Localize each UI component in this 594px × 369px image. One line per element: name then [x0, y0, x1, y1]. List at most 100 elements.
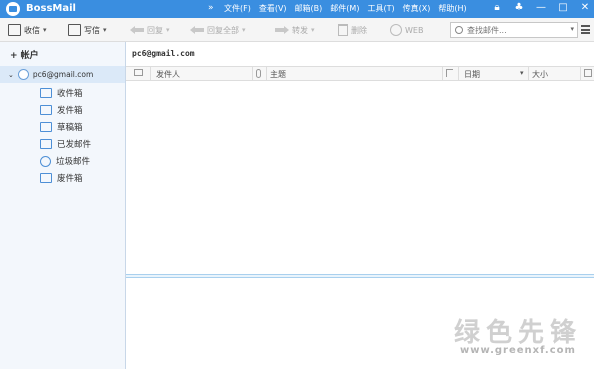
col-date-label: 日期 [464, 70, 480, 79]
folder-label: 收件箱 [57, 89, 83, 99]
column-divider[interactable] [266, 67, 267, 80]
app-title: BossMail [26, 3, 76, 14]
add-account-button[interactable]: + 帐户 [10, 48, 39, 61]
folder-label: 草稿箱 [57, 123, 83, 133]
reply-all-label: 回复全部 [207, 25, 239, 35]
column-header: 发件人 主题 日期 ▾ 大小 [126, 66, 594, 81]
delete-button[interactable]: 删除 [338, 22, 367, 38]
envelope-icon [134, 69, 143, 76]
page-title: pc6@gmail.com [132, 49, 195, 58]
col-size[interactable]: 大小 [532, 69, 548, 80]
chevron-down-icon[interactable]: ▾ [43, 26, 47, 34]
folder-outbox[interactable]: 发件箱 [40, 103, 83, 117]
column-divider[interactable] [528, 67, 529, 80]
forward-button[interactable]: 转发 ▾ [275, 22, 315, 38]
lock-icon[interactable]: 🔒︎ [492, 2, 502, 14]
title-bar: BossMail » 文件(F) 查看(V) 邮箱(B) 邮件(M) 工具(T)… [0, 0, 594, 18]
chevron-down-icon[interactable]: ▾ [311, 26, 315, 34]
delete-label: 删除 [351, 25, 367, 35]
watermark-text: 绿色先锋 [454, 318, 583, 348]
folder-label: 发件箱 [57, 106, 83, 116]
trash-icon [40, 173, 52, 183]
watermark-url: www.greenxf.com [460, 345, 576, 356]
maximize-icon[interactable]: □ [558, 2, 568, 14]
trash-icon [338, 24, 348, 36]
receive-label: 收信 [24, 25, 40, 35]
column-divider[interactable] [580, 67, 581, 80]
search-input[interactable] [467, 25, 557, 35]
chevron-down-icon[interactable]: ▾ [242, 26, 246, 34]
menu-mailbox[interactable]: 邮箱(B) [295, 3, 323, 14]
folder-sent[interactable]: 已发邮件 [40, 137, 91, 151]
chevron-down-icon[interactable]: ▾ [570, 25, 574, 33]
folder-drafts[interactable]: 草稿箱 [40, 120, 83, 134]
account-label: pc6@gmail.com [32, 70, 94, 79]
col-sender-label: 发件人 [156, 70, 180, 79]
column-options-icon [584, 69, 592, 77]
spam-icon [40, 155, 51, 167]
receive-button[interactable]: 收信 ▾ [8, 22, 47, 38]
globe-icon [390, 24, 402, 36]
column-divider[interactable] [150, 67, 151, 80]
search-box[interactable]: ▾ [450, 22, 578, 38]
bossmail-logo-icon [6, 2, 20, 16]
skin-icon[interactable]: ♣ [514, 2, 524, 14]
folder-trash[interactable]: 废件箱 [40, 171, 83, 185]
reply-button[interactable]: 回复 ▾ [130, 22, 170, 38]
col-sender[interactable]: 发件人 [156, 69, 180, 80]
preview-splitter[interactable] [126, 274, 594, 278]
menu-fax[interactable]: 传真(X) [403, 3, 431, 14]
list-view-icon[interactable] [581, 25, 590, 34]
minimize-icon[interactable]: — [536, 2, 546, 14]
col-options[interactable] [584, 69, 592, 77]
col-subject[interactable]: 主题 [270, 69, 286, 80]
compose-button[interactable]: 写信 ▾ [68, 22, 107, 38]
folder-spam[interactable]: 垃圾邮件 [40, 154, 90, 168]
column-divider[interactable] [458, 67, 459, 80]
reply-icon [130, 25, 144, 35]
chevron-down-icon[interactable]: ▾ [166, 26, 170, 34]
folder-label: 废件箱 [57, 174, 83, 184]
menu-mail[interactable]: 邮件(M) [330, 3, 359, 14]
web-button[interactable]: WEB [390, 22, 423, 38]
column-divider[interactable] [442, 67, 443, 80]
flag-icon [446, 69, 453, 77]
menu-tools[interactable]: 工具(T) [367, 3, 394, 14]
reply-label: 回复 [147, 25, 163, 35]
col-subject-label: 主题 [270, 70, 286, 79]
account-item[interactable]: ⌄ pc6@gmail.com [0, 66, 125, 83]
chevron-down-icon[interactable]: ⌄ [8, 71, 14, 79]
search-icon [455, 26, 463, 34]
col-attachment[interactable] [256, 69, 261, 78]
reply-all-icon [190, 25, 204, 35]
attachment-icon [256, 69, 261, 78]
menu-help[interactable]: 帮助(H) [438, 3, 466, 14]
window-controls: 🔒︎ ♣ — □ ✕ [492, 2, 590, 14]
inbox-icon [40, 88, 52, 98]
outbox-icon [40, 105, 52, 115]
menu-view[interactable]: 查看(V) [259, 3, 287, 14]
col-read-status[interactable] [134, 69, 143, 76]
folder-inbox[interactable]: 收件箱 [40, 86, 83, 100]
receive-icon [8, 24, 21, 36]
sidebar: + 帐户 ⌄ pc6@gmail.com 收件箱 发件箱 草稿箱 已发邮件 垃圾… [0, 42, 126, 369]
compose-icon [68, 24, 81, 36]
drafts-icon [40, 122, 52, 132]
chevron-down-icon[interactable]: ▾ [103, 26, 107, 34]
menu-file[interactable]: 文件(F) [224, 3, 251, 14]
compose-label: 写信 [84, 25, 100, 35]
close-icon[interactable]: ✕ [580, 2, 590, 14]
toolbar: 收信 ▾ 写信 ▾ 回复 ▾ 回复全部 ▾ 转发 ▾ 删除 WEB ▾ [0, 18, 594, 42]
col-date[interactable]: 日期 [464, 69, 480, 80]
reply-all-button[interactable]: 回复全部 ▾ [190, 22, 246, 38]
sort-desc-icon[interactable]: ▾ [520, 69, 524, 77]
sent-icon [40, 139, 52, 149]
menu-bar: 文件(F) 查看(V) 邮箱(B) 邮件(M) 工具(T) 传真(X) 帮助(H… [224, 3, 467, 14]
column-divider[interactable] [252, 67, 253, 80]
menu-overflow-button[interactable]: » [208, 3, 214, 13]
folder-label: 垃圾邮件 [56, 157, 91, 167]
col-flag[interactable] [446, 69, 453, 77]
col-size-label: 大小 [532, 70, 548, 79]
forward-label: 转发 [292, 25, 308, 35]
forward-icon [275, 25, 289, 35]
